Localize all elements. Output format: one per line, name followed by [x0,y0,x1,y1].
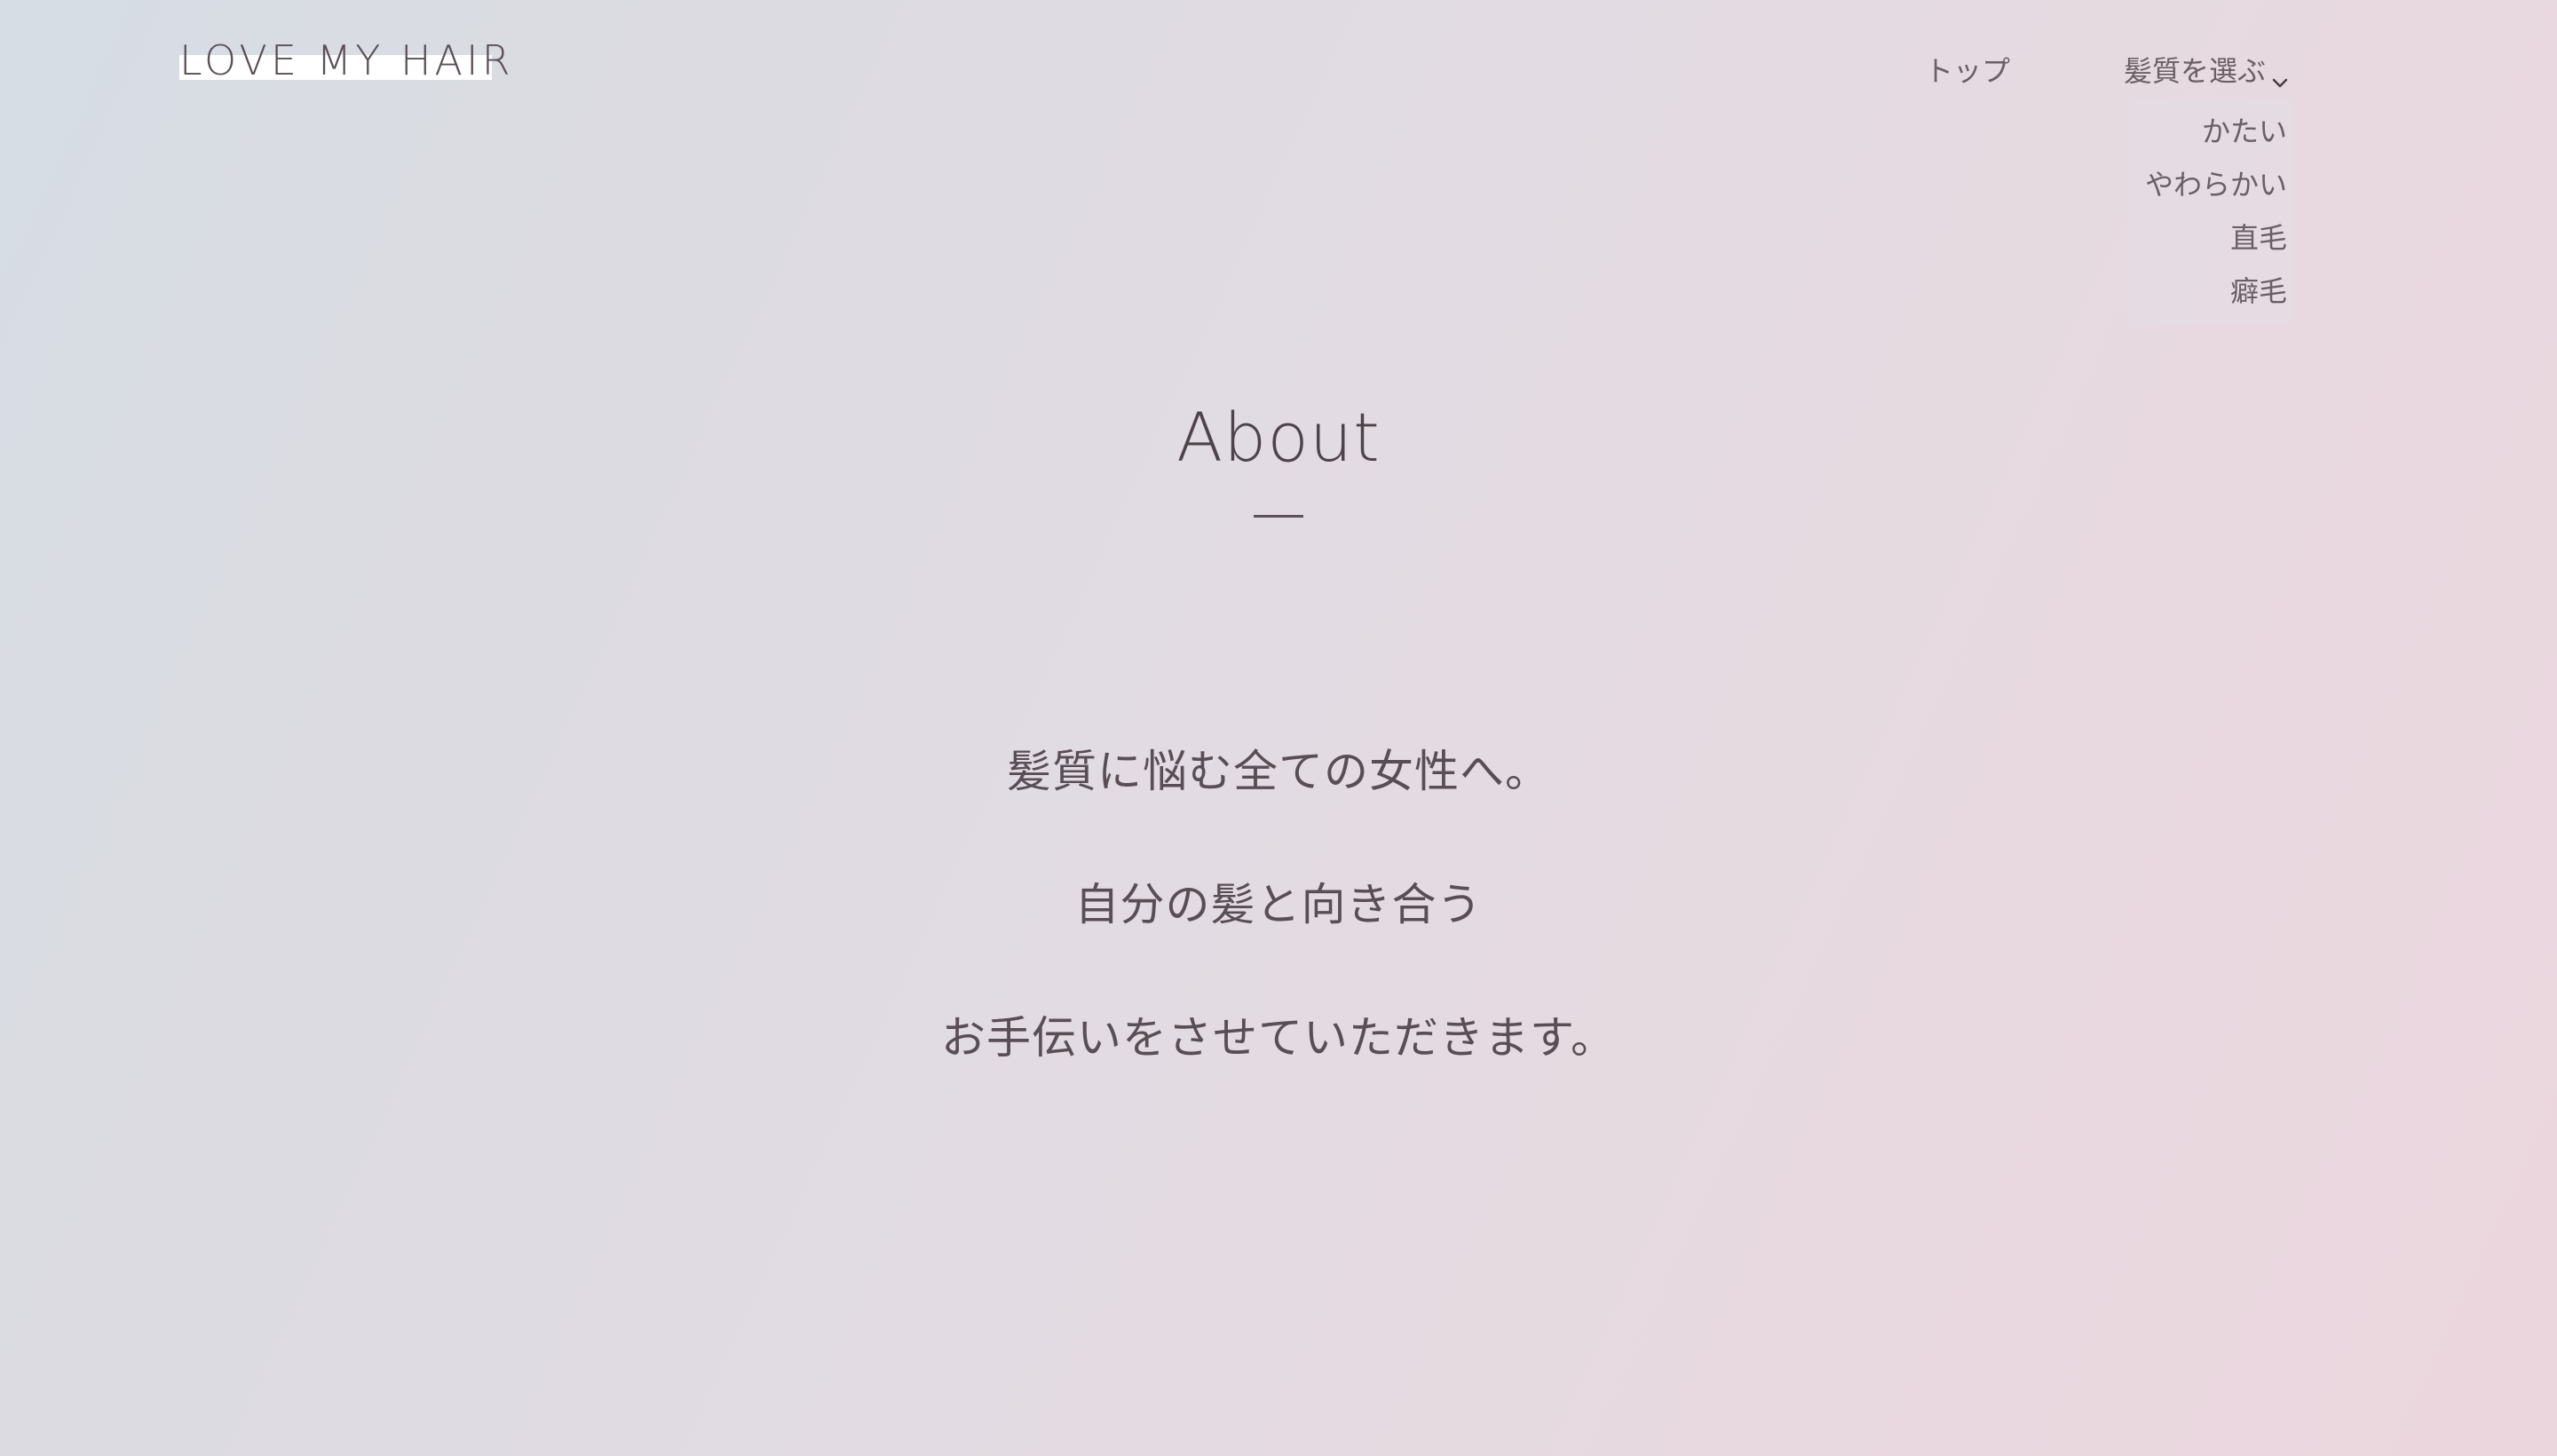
about-line: 自分の髪と向き合う [1074,879,1483,930]
nav-dropdown-hair-type[interactable]: 髪質を選ぶ かたい やわらかい 直毛 癖毛 [2124,51,2294,325]
page: LOVE MY HAIR トップ 髪質を選ぶ かたい やわらかい 直毛 癖毛 A… [0,0,2557,1456]
dropdown-toggle[interactable]: 髪質を選ぶ [2124,51,2291,91]
title-divider [1254,515,1303,518]
site-logo[interactable]: LOVE MY HAIR [179,36,514,85]
about-text: 髪質に悩む全ての女性へ。 自分の髪と向き合う お手伝いをさせていただきます。 [0,735,2557,1135]
main-nav: トップ 髪質を選ぶ かたい やわらかい 直毛 癖毛 [1925,51,2294,325]
about-line: お手伝いをさせていただきます。 [941,1012,1616,1064]
chevron-down-icon [2269,64,2291,88]
dropdown-item-hard[interactable]: かたい [2136,105,2287,158]
dropdown-label: 髪質を選ぶ [2123,54,2266,88]
about-line: 髪質に悩む全ての女性へ。 [1007,746,1550,797]
dropdown-item-curly[interactable]: 癖毛 [2136,265,2287,318]
dropdown-item-soft[interactable]: やわらかい [2136,158,2287,211]
nav-item-top[interactable]: トップ [1925,51,2010,91]
about-title: About [1176,398,1381,477]
dropdown-menu: かたい やわらかい 直毛 癖毛 [2129,99,2294,325]
dropdown-item-straight[interactable]: 直毛 [2136,211,2287,265]
